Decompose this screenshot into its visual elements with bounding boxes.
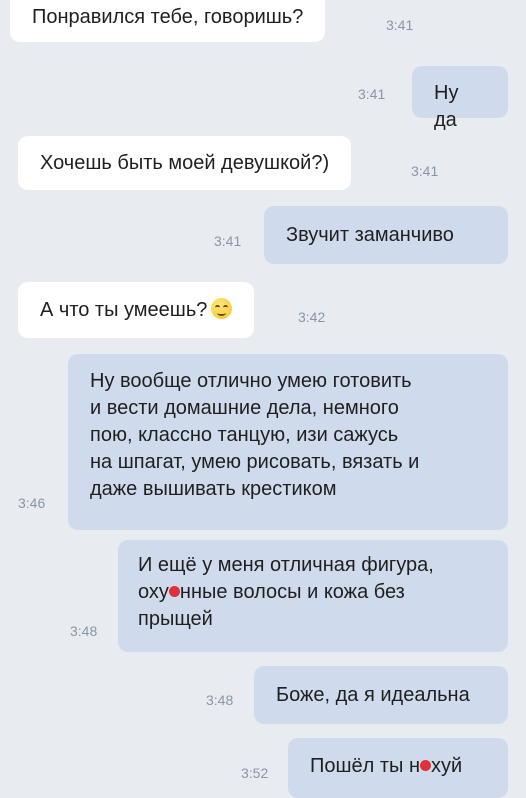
message-time: 3:41 bbox=[358, 86, 386, 102]
message-time: 3:48 bbox=[70, 623, 98, 639]
message-line: на шпагат, умею рисовать, вязать и bbox=[90, 451, 420, 473]
message-time: 3:41 bbox=[411, 163, 439, 179]
message-time: 3:48 bbox=[206, 692, 234, 708]
message-line: Ну вообще отлично умею готовить bbox=[90, 370, 412, 392]
message-bubble-outgoing[interactable]: Пошёл ты н хуй bbox=[288, 738, 508, 798]
message-fragment: Пошёл ты н bbox=[310, 755, 421, 777]
message-fragment: нные волосы и кожа без bbox=[179, 581, 405, 603]
message-bubble-outgoing[interactable]: Ну вообще отлично умею готовить и вести … bbox=[68, 354, 508, 530]
message-line: оху нные волосы и кожа без bbox=[138, 579, 508, 606]
message-bubble-outgoing[interactable]: Ну да bbox=[412, 66, 508, 131]
message-line: даже вышивать крестиком bbox=[90, 478, 337, 500]
message-fragment: хуй bbox=[431, 755, 463, 777]
message-time: 3:46 bbox=[18, 495, 46, 511]
message-bubble-incoming[interactable]: Хочешь быть моей девушкой?) bbox=[18, 136, 352, 190]
message-text: Звучит заманчиво bbox=[286, 224, 454, 246]
message-bubble-outgoing[interactable]: Боже, да я идеальна bbox=[254, 666, 508, 724]
message-time: 3:42 bbox=[298, 309, 326, 325]
message-bubble-outgoing[interactable]: И ещё у меня отличная фигура, оху нные во… bbox=[118, 540, 508, 652]
message-line: пою, классно танцую, изи сажусь bbox=[90, 424, 399, 446]
message-time: 3:41 bbox=[214, 233, 242, 249]
message-text: Ну да bbox=[434, 82, 459, 131]
message-text: Боже, да я идеальна bbox=[276, 684, 470, 706]
censor-dot-icon bbox=[168, 581, 180, 603]
message-time: 3:52 bbox=[241, 765, 269, 781]
message-bubble-incoming[interactable]: А что ты умеешь? bbox=[18, 282, 255, 338]
message-bubble-incoming[interactable]: Понравился тебе, говоришь? bbox=[10, 0, 326, 42]
message-line: И ещё у меня отличная фигура, bbox=[138, 554, 434, 576]
message-fragment: оху bbox=[138, 581, 169, 603]
message-text: А что ты умеешь? bbox=[40, 299, 208, 321]
message-time: 3:41 bbox=[386, 17, 414, 33]
message-text: Понравился тебе, говоришь? bbox=[32, 6, 304, 28]
message-bubble-outgoing[interactable]: Звучит заманчиво bbox=[264, 206, 508, 264]
smirking-face-emoji-icon bbox=[211, 298, 233, 319]
censor-dot-icon bbox=[420, 755, 432, 777]
message-line: и вести домашние дела, немного bbox=[90, 397, 399, 419]
message-line: прыщей bbox=[138, 608, 213, 630]
message-text: Хочешь быть моей девушкой?) bbox=[40, 152, 330, 174]
